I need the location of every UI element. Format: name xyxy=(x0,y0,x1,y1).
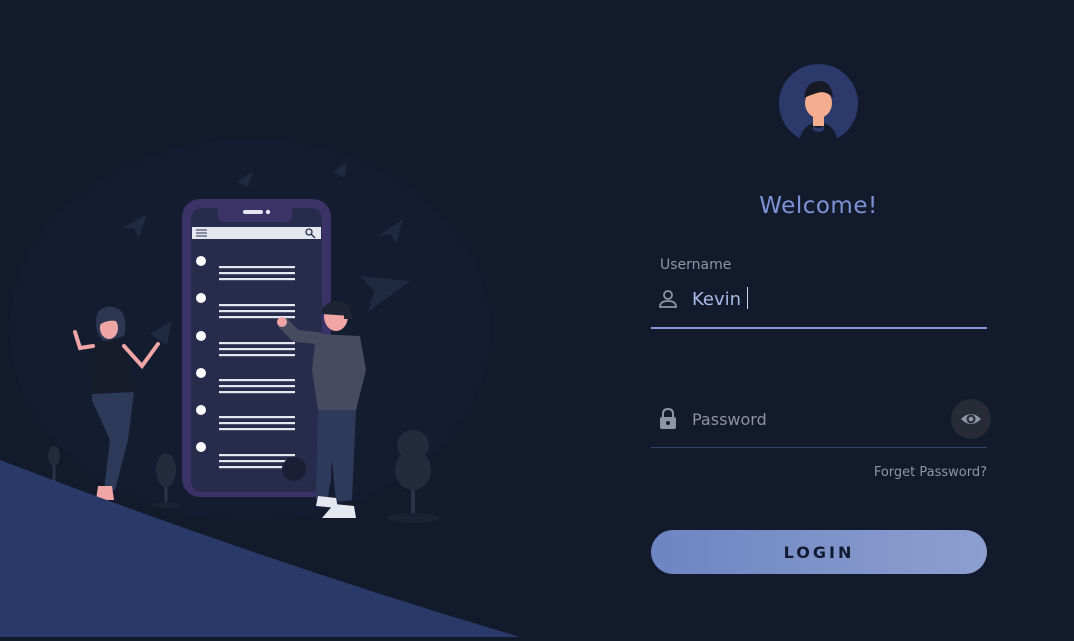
phone-illustration xyxy=(182,199,331,497)
password-input[interactable] xyxy=(692,408,942,430)
welcome-heading: Welcome! xyxy=(759,193,878,219)
username-input[interactable] xyxy=(692,287,942,311)
forgot-password-link[interactable]: Forget Password? xyxy=(874,465,987,480)
illustration-svg xyxy=(0,140,520,637)
username-label: Username xyxy=(660,257,732,273)
lock-icon xyxy=(660,407,676,429)
avatar xyxy=(779,64,858,143)
login-button[interactable]: LOGIN xyxy=(651,530,987,574)
eye-icon xyxy=(961,414,981,424)
password-field[interactable] xyxy=(651,395,991,448)
tree-left xyxy=(48,446,60,482)
login-illustration xyxy=(0,0,560,637)
password-toggle-button[interactable] xyxy=(951,399,991,439)
text-caret xyxy=(747,287,748,309)
person-outline-icon xyxy=(659,290,677,308)
username-field[interactable]: Username xyxy=(651,255,987,329)
login-panel: Welcome! Username Forget Password? LOGIN xyxy=(640,0,1000,637)
